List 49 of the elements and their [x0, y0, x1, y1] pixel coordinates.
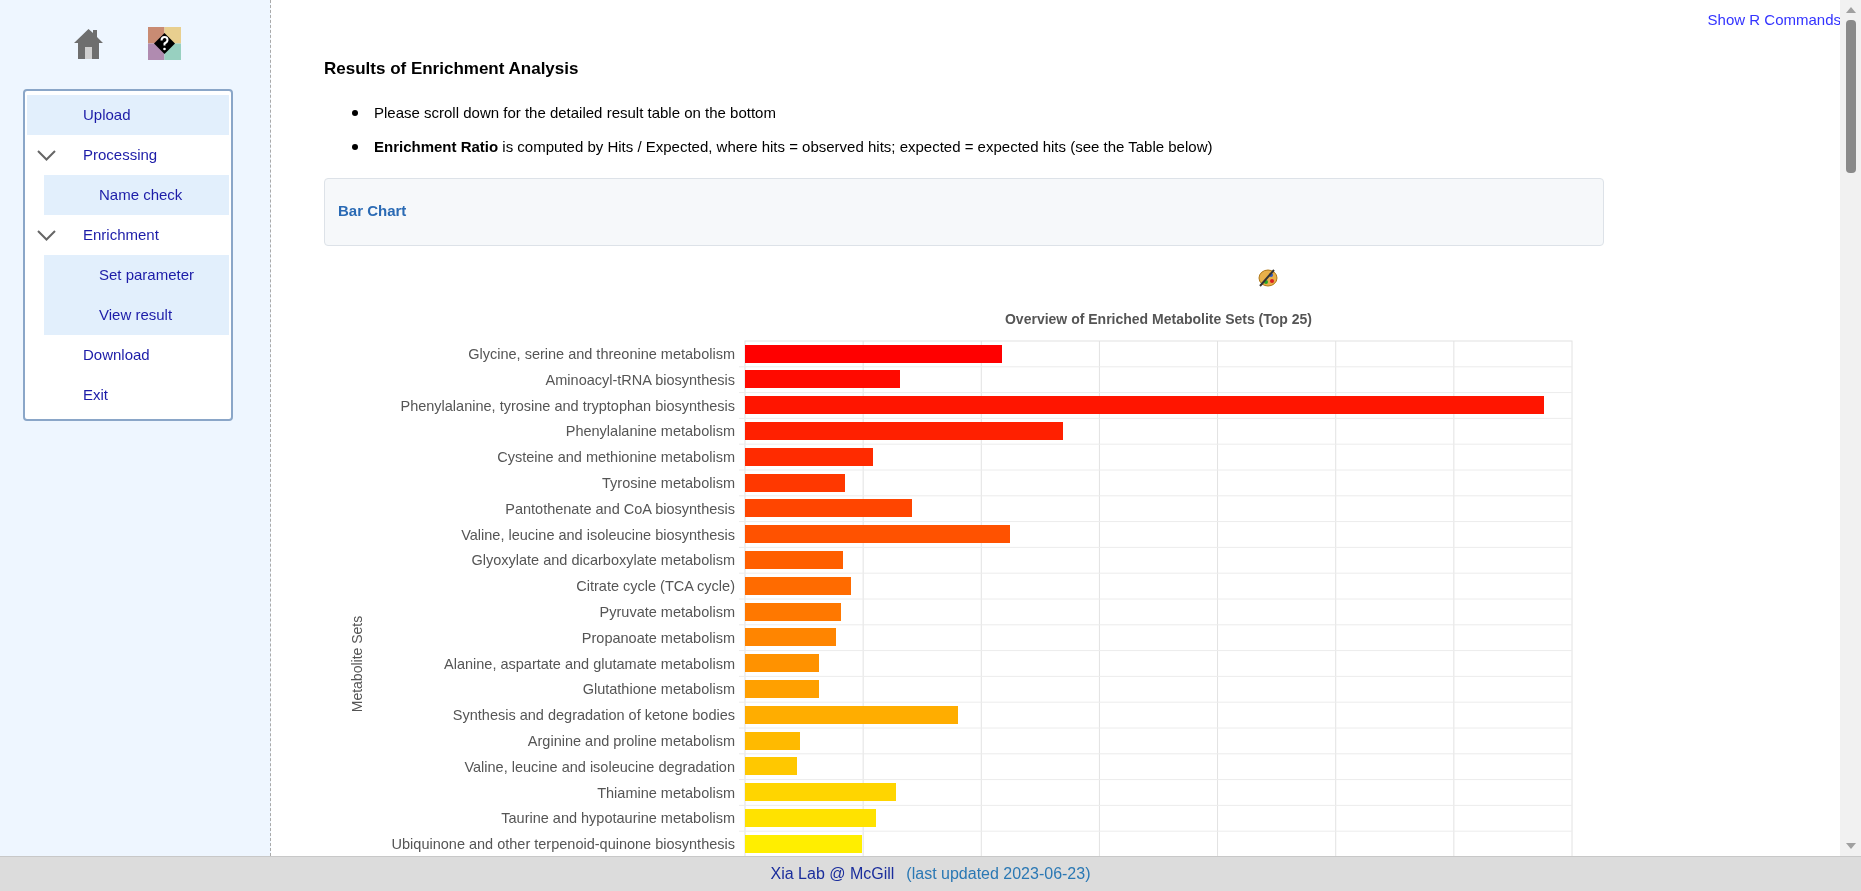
home-icon[interactable] — [72, 27, 105, 60]
category-label: Synthesis and degradation of ketone bodies — [452, 706, 735, 723]
axis-label: Metabolite Sets — [349, 615, 365, 712]
category-label: Taurine and hypotaurine metabolism — [501, 809, 735, 826]
lab-name: Xia Lab @ McGill — [770, 864, 895, 884]
scroll-up-icon[interactable] — [1845, 6, 1856, 14]
bullet-icon — [352, 109, 358, 116]
chart-title: Overview of Enriched Metabolite Sets (Top 25) — [1005, 310, 1312, 327]
menu-item[interactable]: Download — [27, 335, 229, 375]
bullet-text: Enrichment Ratio is computed by Hits / Expected, where hits = observed hits; expected = expected hits (see the Table below) — [374, 136, 1213, 157]
submenu-item[interactable]: View result — [44, 295, 229, 335]
scroll-down-icon[interactable] — [1845, 842, 1856, 850]
category-label: Aminoacyl-tRNA biosynthesis — [545, 371, 735, 388]
category-label: Alanine, aspartate and glutamate metabolism — [444, 655, 735, 671]
category-label: Glyoxylate and dicarboxylate metabolism — [471, 551, 735, 568]
last-updated-text: (last updated 2023-06-23) — [906, 864, 1091, 884]
menu-item[interactable]: Processing — [27, 135, 229, 175]
category-label: Valine, leucine and isoleucine degradation — [464, 758, 735, 775]
bar-chart-panel[interactable]: Bar Chart — [324, 177, 1604, 246]
palette-icon[interactable] — [1258, 268, 1278, 287]
category-label: Valine, leucine and isoleucine biosynthesis — [461, 526, 735, 542]
menu-item[interactable]: Exit — [27, 375, 229, 415]
bullet-text: Please scroll down for the detailed result table on the bottom — [374, 102, 776, 123]
category-label: Thiamine metabolism — [597, 784, 735, 800]
category-label: Ubiquinone and other terpenoid-quinone biosynthesis — [391, 835, 735, 852]
category-label: Pantothenate and CoA biosynthesis — [505, 500, 735, 517]
category-label: Glycine, serine and threonine metabolism — [468, 345, 735, 362]
category-label: Phenylalanine, tyrosine and tryptophan biosynthesis — [400, 397, 735, 413]
submenu-item[interactable]: Name check — [44, 175, 229, 215]
category-label: Cysteine and methionine metabolism — [497, 448, 735, 465]
category-label: Arginine and proline metabolism — [527, 732, 735, 749]
scrollbar[interactable] — [1840, 0, 1861, 856]
category-label: Tyrosine metabolism — [602, 474, 735, 491]
category-label: Phenylalanine metabolism — [565, 422, 735, 439]
category-label: Citrate cycle (TCA cycle) — [576, 577, 735, 594]
menu-item[interactable]: Upload — [27, 95, 229, 135]
menu-item[interactable]: Enrichment — [27, 215, 229, 255]
category-label: Pyruvate metabolism — [599, 603, 735, 620]
category-label: Glutathione metabolism — [582, 680, 735, 697]
chevron-down-icon — [37, 229, 56, 241]
bullet-icon — [352, 143, 358, 150]
panel-title: Bar Chart — [338, 201, 407, 222]
chevron-down-icon — [37, 149, 56, 161]
show-r-commands-link[interactable]: Show R Commands — [1707, 9, 1841, 32]
submenu-item[interactable]: Set parameter — [44, 255, 229, 295]
help-icon[interactable] — [148, 27, 181, 60]
scrollbar-thumb[interactable] — [1845, 20, 1856, 173]
page-heading: Results of Enrichment Analysis — [324, 58, 580, 80]
category-label: Propanoate metabolism — [581, 629, 735, 646]
